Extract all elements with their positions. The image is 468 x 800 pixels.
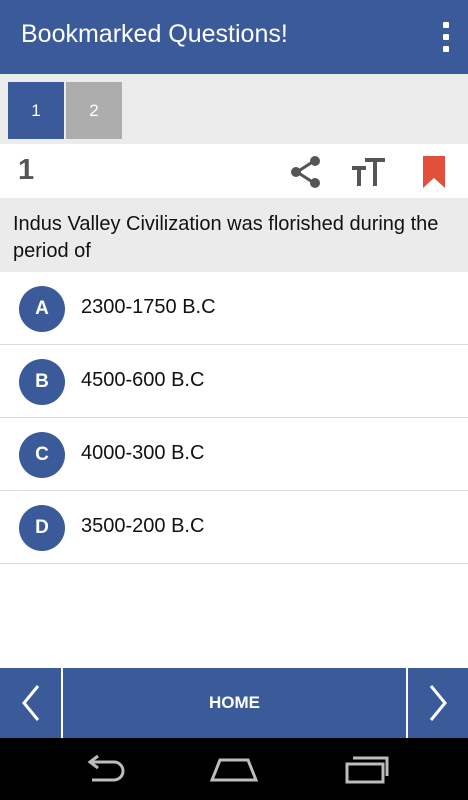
options-list: A 2300-1750 B.C B 4500-600 B.C C 4000-30… [0,272,468,564]
question-tabs: 1 2 [0,74,468,144]
more-vert-icon[interactable] [438,22,452,52]
question-text: Indus Valley Civilization was florished … [0,198,468,272]
back-icon[interactable] [74,752,134,786]
question-tab-1[interactable]: 1 [8,82,64,139]
option-text: 3500-200 B.C [81,515,205,537]
bottom-nav-bar: HOME [0,668,468,738]
chevron-right-icon[interactable] [407,668,468,738]
option-letter-badge: B [19,359,65,405]
option-a[interactable]: A 2300-1750 B.C [0,272,468,345]
home-icon[interactable] [204,752,264,786]
option-letter-badge: D [19,505,65,551]
option-d[interactable]: D 3500-200 B.C [0,491,468,564]
share-icon[interactable] [286,152,326,192]
chevron-left-icon[interactable] [0,668,61,738]
system-nav-bar [0,738,468,800]
option-text: 4500-600 B.C [81,369,205,391]
question-header: 1 [0,144,468,198]
option-b[interactable]: B 4500-600 B.C [0,345,468,418]
option-letter-badge: C [19,432,65,478]
bookmark-icon[interactable] [414,152,454,192]
question-number: 1 [18,154,35,186]
option-text: 4000-300 B.C [81,442,205,464]
option-text: 2300-1750 B.C [81,296,216,318]
recents-icon[interactable] [336,752,396,786]
page-title: Bookmarked Questions! [21,20,288,48]
app-bar: Bookmarked Questions! [0,0,468,74]
option-c[interactable]: C 4000-300 B.C [0,418,468,491]
home-button[interactable]: HOME [63,668,406,738]
option-letter-badge: A [19,286,65,332]
question-tab-2[interactable]: 2 [66,82,122,139]
text-size-icon[interactable] [349,152,389,192]
